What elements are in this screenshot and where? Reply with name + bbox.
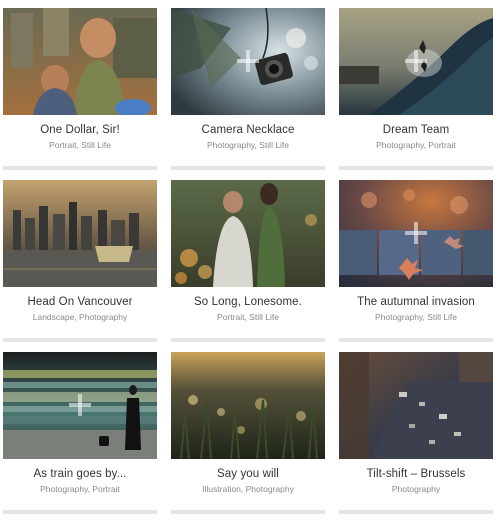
portfolio-item-categories[interactable]: Portrait, Still Life [171,312,325,322]
photo-grass-bokeh [171,352,325,459]
portfolio-thumbnail[interactable] [339,180,493,287]
portfolio-thumbnail[interactable] [171,8,325,115]
portfolio-item-categories[interactable]: Photography, Portrait [3,484,157,494]
portfolio-item-categories[interactable]: Photography [339,484,493,494]
portfolio-item-title[interactable]: So Long, Lonesome. [171,296,325,308]
zoom-plus-icon [237,50,259,72]
zoom-plus-icon [69,394,91,416]
portfolio-item-title[interactable]: Say you will [171,468,325,480]
portfolio-item-title[interactable]: As train goes by... [3,468,157,480]
portfolio-item-categories[interactable]: Photography, Still Life [339,312,493,322]
portfolio-item-categories[interactable]: Photography, Portrait [339,140,493,150]
portfolio-item-dream-team[interactable]: Dream Team Photography, Portrait [339,8,493,170]
card-divider [171,338,325,342]
portfolio-item-title[interactable]: Dream Team [339,124,493,136]
card-divider [3,510,157,514]
card-divider [171,166,325,170]
portfolio-item-tilt-shift-brussels[interactable]: Tilt-shift – Brussels Photography [339,352,493,514]
portfolio-item-say-you-will[interactable]: Say you will Illustration, Photography [171,352,325,514]
card-divider [3,338,157,342]
portfolio-item-categories[interactable]: Portrait, Still Life [3,140,157,150]
portfolio-thumbnail[interactable] [171,352,325,459]
portfolio-item-so-long-lonesome[interactable]: So Long, Lonesome. Portrait, Still Life [171,180,325,342]
portfolio-thumbnail[interactable] [171,180,325,287]
card-divider [339,510,493,514]
portfolio-item-title[interactable]: Camera Necklace [171,124,325,136]
portfolio-thumbnail[interactable] [3,8,157,115]
zoom-plus-icon [405,50,427,72]
card-divider [171,510,325,514]
portfolio-item-the-autumnal-invasion[interactable]: The autumnal invasion Photography, Still… [339,180,493,342]
portfolio-thumbnail[interactable] [339,8,493,115]
portfolio-item-title[interactable]: Tilt-shift – Brussels [339,468,493,480]
portfolio-item-one-dollar-sir[interactable]: One Dollar, Sir! Portrait, Still Life [3,8,157,170]
portfolio-item-categories[interactable]: Photography, Still Life [171,140,325,150]
portfolio-item-title[interactable]: One Dollar, Sir! [3,124,157,136]
zoom-plus-icon [405,222,427,244]
portfolio-grid: One Dollar, Sir! Portrait, Still Life Ca… [0,0,501,523]
photo-tiltshift-city [339,352,493,459]
portfolio-thumbnail[interactable] [3,352,157,459]
portfolio-item-title[interactable]: The autumnal invasion [339,296,493,308]
portfolio-thumbnail[interactable] [339,352,493,459]
photo-couple-bokeh [171,180,325,287]
portfolio-item-head-on-vancouver[interactable]: Head On Vancouver Landscape, Photography [3,180,157,342]
portfolio-item-title[interactable]: Head On Vancouver [3,296,157,308]
card-divider [339,338,493,342]
card-divider [3,166,157,170]
portfolio-item-camera-necklace[interactable]: Camera Necklace Photography, Still Life [171,8,325,170]
card-divider [339,166,493,170]
photo-children-temple [3,8,157,115]
portfolio-thumbnail[interactable] [3,180,157,287]
portfolio-item-categories[interactable]: Landscape, Photography [3,312,157,322]
portfolio-item-categories[interactable]: Illustration, Photography [171,484,325,494]
photo-vancouver-skyline [3,180,157,287]
portfolio-item-as-train-goes-by[interactable]: As train goes by... Photography, Portrai… [3,352,157,514]
